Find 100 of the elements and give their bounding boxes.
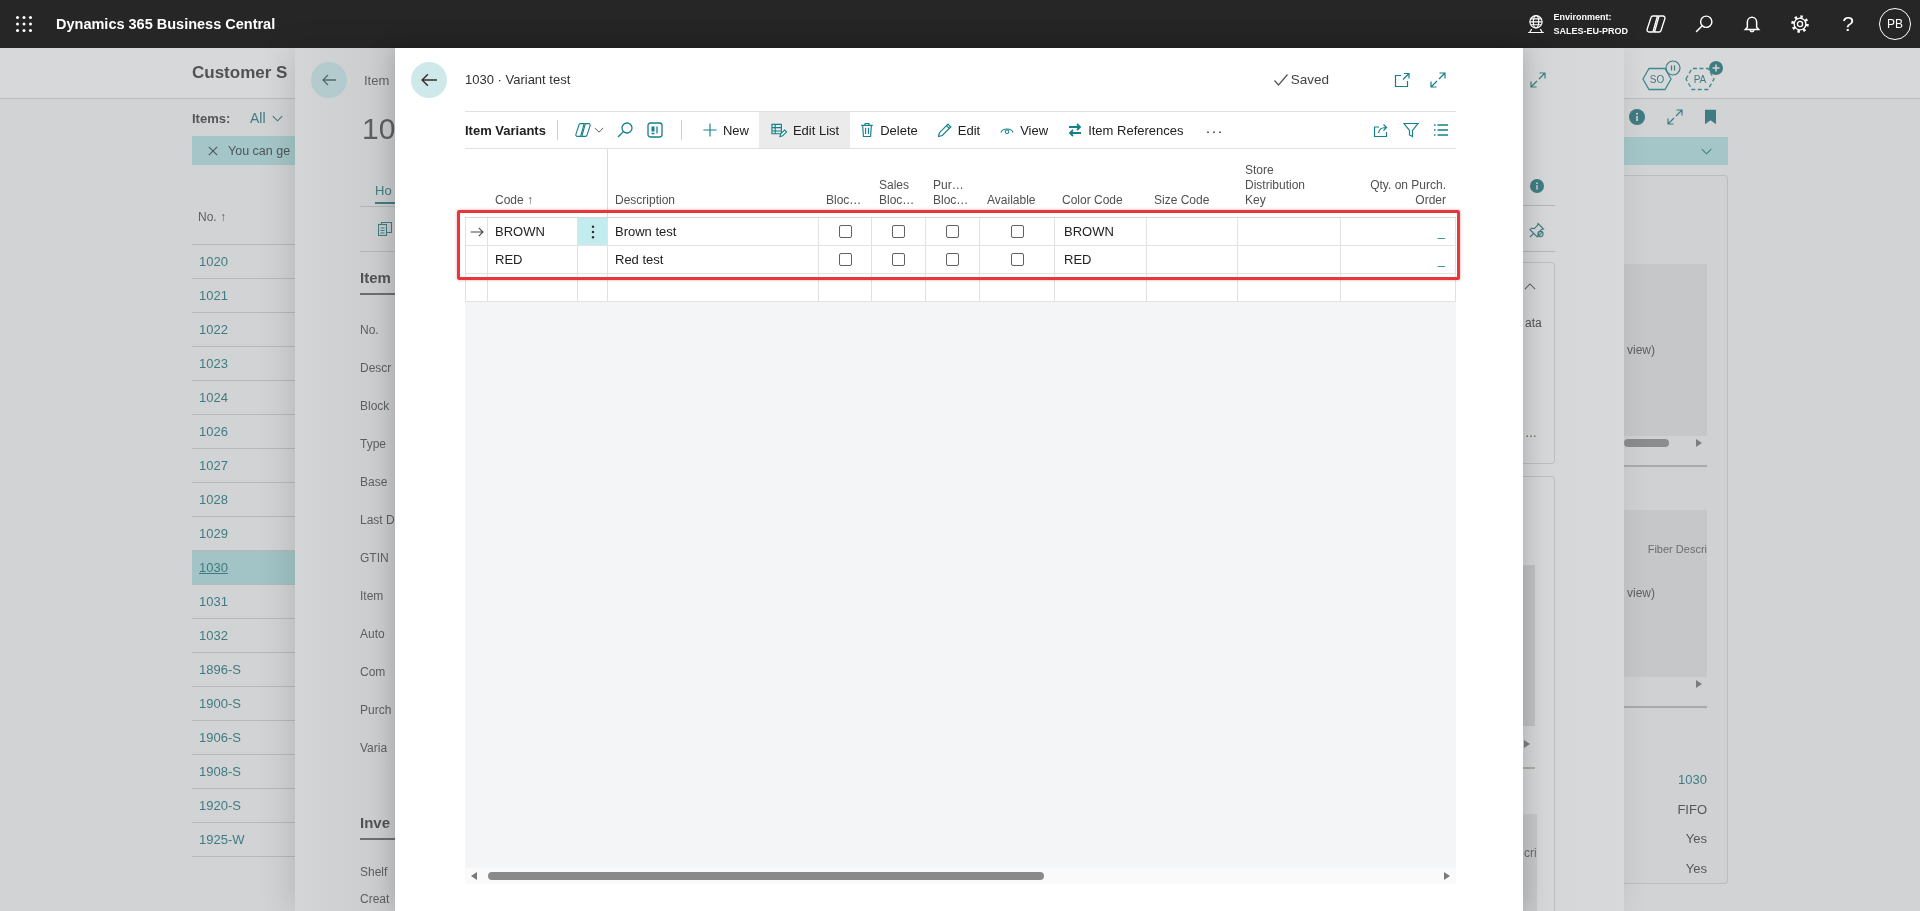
field-label: Auto — [360, 626, 386, 643]
column-header[interactable]: Available — [987, 193, 1036, 208]
swap-arrows-icon — [1068, 123, 1083, 137]
page-title: Item Variants — [465, 122, 546, 138]
more-options-button[interactable]: … — [1525, 426, 1554, 440]
field-label: Shelf — [360, 864, 389, 881]
checkbox[interactable] — [892, 225, 905, 238]
expand-icon[interactable] — [1667, 109, 1683, 125]
checkbox[interactable] — [946, 253, 959, 266]
column-header[interactable]: Pur… Bloc… — [933, 178, 974, 208]
filter-icon — [1403, 122, 1419, 138]
row-indicator-cell[interactable] — [465, 246, 488, 274]
open-in-new-window-button[interactable] — [1394, 71, 1410, 88]
triangle-left-icon[interactable] — [471, 872, 477, 880]
scrollbar-thumb[interactable] — [1624, 438, 1669, 447]
trash-icon — [860, 123, 875, 137]
column-header[interactable]: Sales Bloc… — [879, 178, 920, 208]
environment-button[interactable]: Environment: SALES-EU-PROD — [1527, 4, 1628, 44]
factbox-value[interactable]: 1030 — [1678, 765, 1707, 795]
item-number: 10 — [362, 111, 395, 147]
pause-icon — [1665, 60, 1681, 76]
column-header[interactable]: Store Distribution Key — [1245, 163, 1325, 208]
arrow-left-icon — [421, 71, 437, 88]
preview-text: view) — [1627, 342, 1655, 357]
field-label: Type — [360, 436, 387, 453]
bookmark-icon[interactable] — [1705, 109, 1716, 125]
globe-icon — [1527, 15, 1546, 33]
more-actions-button[interactable]: ··· — [1193, 112, 1236, 148]
field-label: GTIN — [360, 550, 390, 567]
column-header[interactable]: Description — [615, 193, 676, 208]
column-header[interactable]: Code ↑ — [495, 193, 534, 208]
delete-button[interactable]: Delete — [850, 112, 928, 148]
checkbox[interactable] — [1010, 253, 1024, 266]
close-icon[interactable] — [208, 145, 218, 156]
expand-icon — [1430, 71, 1446, 88]
arrow-right-icon — [469, 226, 484, 237]
edit-button[interactable]: Edit — [927, 112, 991, 148]
triangle-right-icon[interactable] — [1524, 740, 1530, 748]
expand-icon[interactable] — [1530, 72, 1546, 88]
triangle-right-icon[interactable] — [1444, 872, 1450, 880]
chevron-up-icon[interactable] — [1524, 283, 1536, 290]
drilldown-link[interactable]: _ — [1437, 252, 1445, 267]
plus-icon — [1709, 61, 1723, 75]
checkbox[interactable] — [1010, 225, 1024, 238]
row-indicator-cell[interactable] — [465, 218, 488, 246]
table-cell: Red test — [608, 246, 819, 274]
info-icon[interactable] — [1629, 109, 1645, 125]
field-label: Item — [360, 588, 385, 605]
copy-icon[interactable] — [378, 222, 392, 236]
search-icon — [1695, 15, 1713, 33]
triangle-right-icon[interactable] — [1696, 680, 1702, 689]
back-button[interactable] — [311, 62, 347, 98]
factbox-value: FIFO — [1677, 800, 1707, 819]
column-header[interactable]: Qty. on Purch. Order — [1348, 178, 1446, 208]
breadcrumb: Item — [364, 72, 390, 88]
field-caption: Fiber Descri — [1647, 542, 1707, 555]
filter-label: Items: — [192, 110, 232, 126]
expand-button[interactable] — [1430, 71, 1446, 88]
new-button[interactable]: New — [692, 112, 759, 148]
horizontal-scrollbar[interactable] — [465, 868, 1456, 884]
field-label: Block — [360, 398, 391, 415]
more-vertical-icon — [590, 224, 595, 239]
popout-icon — [1394, 71, 1410, 88]
field-label: Purch — [360, 702, 393, 719]
checkbox[interactable] — [946, 225, 959, 238]
triangle-right-icon[interactable] — [1696, 438, 1702, 447]
pin-icon[interactable] — [1529, 222, 1545, 238]
info-icon[interactable] — [1530, 179, 1544, 193]
filter-dropdown[interactable]: All — [250, 110, 283, 126]
field-label: Creat — [360, 891, 391, 907]
table-cell: RED — [1055, 246, 1147, 274]
column-header[interactable]: Bloc… — [826, 193, 862, 208]
pencil-icon — [937, 123, 952, 137]
checkbox[interactable] — [892, 253, 905, 266]
copilot-icon — [1646, 15, 1666, 33]
help-button[interactable]: ? — [1824, 0, 1872, 48]
field-label: No. — [360, 322, 380, 339]
item-references-button[interactable]: Item References — [1058, 112, 1194, 148]
save-status: Saved — [1290, 72, 1329, 87]
field-label: Last D — [360, 512, 395, 529]
field-label: Descr — [360, 360, 393, 377]
checkbox[interactable] — [838, 225, 852, 238]
app-title: Dynamics 365 Business Central — [56, 16, 276, 32]
edit-list-button[interactable]: Edit List — [758, 112, 851, 148]
layout-icon — [646, 122, 663, 138]
dialog-title: 1030 · Variant test — [465, 72, 571, 87]
column-header[interactable]: Size Code — [1154, 193, 1210, 208]
checkbox[interactable] — [838, 253, 852, 266]
field-label: Com — [360, 664, 387, 681]
column-header[interactable]: Color Code — [1062, 193, 1123, 208]
arrow-left-icon — [322, 73, 336, 87]
view-button[interactable]: View — [990, 112, 1059, 148]
copilot-icon — [574, 122, 591, 138]
list-row[interactable]: 1030 — [192, 551, 295, 585]
back-button[interactable] — [411, 61, 447, 98]
drilldown-link[interactable]: _ — [1437, 224, 1445, 239]
settings-icon — [1791, 15, 1809, 33]
scrollbar-thumb[interactable] — [488, 872, 1044, 880]
field-caption: cri — [1524, 846, 1537, 862]
chevron-down-icon — [271, 114, 283, 122]
